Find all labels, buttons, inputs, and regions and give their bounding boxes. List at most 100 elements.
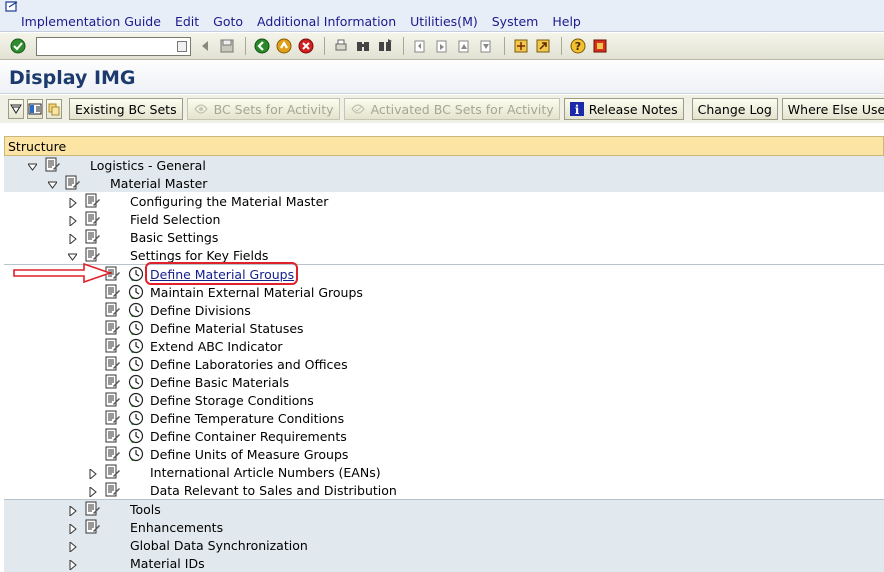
activity-row[interactable]: Define Storage Conditions — [4, 391, 884, 409]
documentation-icon[interactable] — [84, 501, 101, 517]
execute-activity-clock-icon[interactable] — [128, 428, 144, 444]
tree-node-row[interactable]: International Article Numbers (EANs) — [4, 463, 884, 481]
where-used-icon[interactable] — [46, 99, 62, 119]
menu-goto[interactable]: Goto — [206, 14, 250, 29]
node-enhancements[interactable]: Enhancements — [130, 520, 223, 535]
documentation-icon[interactable] — [84, 247, 101, 263]
tree-node-row[interactable]: Basic Settings — [4, 228, 884, 246]
documentation-icon[interactable] — [104, 356, 121, 372]
menu-additional-information[interactable]: Additional Information — [250, 14, 403, 29]
node-data-relevant-sales-distribution[interactable]: Data Relevant to Sales and Distribution — [150, 483, 397, 498]
activity-row[interactable]: Define Container Requirements — [4, 427, 884, 445]
tree-node-row[interactable]: Field Selection — [4, 210, 884, 228]
activity-extend-abc-indicator[interactable]: Extend ABC Indicator — [150, 339, 283, 354]
documentation-icon[interactable] — [104, 410, 121, 426]
documentation-icon[interactable] — [104, 338, 121, 354]
activity-define-material-statuses[interactable]: Define Material Statuses — [150, 321, 304, 336]
activity-row[interactable]: Define Material Groups — [4, 265, 884, 283]
activity-row[interactable]: Extend ABC Indicator — [4, 337, 884, 355]
prev-page-icon[interactable] — [432, 36, 452, 56]
save-icon[interactable] — [217, 36, 237, 56]
release-notes-button[interactable]: i Release Notes — [563, 98, 684, 120]
find-next-icon[interactable] — [375, 36, 395, 56]
menu-implementation-guide[interactable]: Implementation Guide — [14, 14, 168, 29]
tree-node-row[interactable]: Data Relevant to Sales and Distribution — [4, 481, 884, 499]
activity-row[interactable]: Define Basic Materials — [4, 373, 884, 391]
tree-node-row[interactable]: Enhancements — [4, 518, 884, 536]
expand-node-icon[interactable] — [68, 214, 77, 228]
execute-activity-clock-icon[interactable] — [128, 446, 144, 462]
tree-node-row[interactable]: Settings for Key Fields — [4, 246, 884, 264]
expand-node-icon[interactable] — [88, 485, 97, 499]
execute-activity-clock-icon[interactable] — [128, 374, 144, 390]
activity-row[interactable]: Define Temperature Conditions — [4, 409, 884, 427]
node-material-master[interactable]: Material Master — [110, 176, 207, 191]
create-session-icon[interactable] — [511, 36, 531, 56]
find-icon[interactable] — [353, 36, 373, 56]
documentation-icon[interactable] — [84, 193, 101, 209]
activity-define-laboratories-and-offices[interactable]: Define Laboratories and Offices — [150, 357, 348, 372]
execute-activity-clock-icon[interactable] — [128, 284, 144, 300]
where-else-used-button[interactable]: Where Else Used — [781, 98, 884, 120]
system-menu-icon[interactable] — [5, 1, 19, 13]
collapse-node-icon[interactable] — [27, 160, 38, 171]
activity-define-units-of-measure-groups[interactable]: Define Units of Measure Groups — [150, 447, 348, 462]
execute-activity-clock-icon[interactable] — [128, 338, 144, 354]
node-settings-for-key-fields[interactable]: Settings for Key Fields — [130, 248, 268, 263]
execute-activity-clock-icon[interactable] — [128, 320, 144, 336]
tree-node-row[interactable]: Global Data Synchronization — [4, 536, 884, 554]
node-material-ids[interactable]: Material IDs — [130, 556, 205, 571]
execute-activity-clock-icon[interactable] — [128, 392, 144, 408]
expand-node-icon[interactable] — [88, 467, 97, 481]
tree-node-row[interactable]: Tools — [4, 500, 884, 518]
execute-activity-clock-icon[interactable] — [128, 410, 144, 426]
documentation-icon[interactable] — [84, 229, 101, 245]
documentation-icon[interactable] — [104, 482, 121, 498]
documentation-icon[interactable] — [84, 211, 101, 227]
tree-node-row[interactable]: Material Master — [4, 174, 884, 192]
activity-define-basic-materials[interactable]: Define Basic Materials — [150, 375, 289, 390]
last-page-icon[interactable] — [476, 36, 496, 56]
activity-define-container-requirements[interactable]: Define Container Requirements — [150, 429, 347, 444]
command-input[interactable] — [37, 37, 172, 55]
execute-activity-clock-icon[interactable] — [128, 266, 144, 282]
enter-icon[interactable] — [8, 36, 28, 56]
activity-row[interactable]: Define Units of Measure Groups — [4, 445, 884, 463]
command-field[interactable] — [36, 36, 191, 56]
documentation-icon[interactable] — [104, 446, 121, 462]
exit-icon[interactable] — [274, 36, 294, 56]
node-tools[interactable]: Tools — [130, 502, 161, 517]
documentation-icon[interactable] — [104, 320, 121, 336]
menu-edit[interactable]: Edit — [168, 14, 206, 29]
bc-sets-for-activity-button[interactable]: BC Sets for Activity — [186, 98, 340, 120]
layout-icon[interactable] — [590, 36, 610, 56]
documentation-icon[interactable] — [104, 374, 121, 390]
documentation-icon[interactable] — [84, 519, 101, 535]
documentation-icon[interactable] — [104, 428, 121, 444]
documentation-icon[interactable] — [44, 157, 61, 173]
print-icon[interactable] — [331, 36, 351, 56]
expand-node-icon[interactable] — [68, 196, 77, 210]
activity-define-material-groups[interactable]: Define Material Groups — [150, 267, 294, 282]
expand-node-icon[interactable] — [68, 540, 77, 554]
activity-define-storage-conditions[interactable]: Define Storage Conditions — [150, 393, 314, 408]
collapse-node-icon[interactable] — [47, 178, 58, 189]
activity-row[interactable]: Define Divisions — [4, 301, 884, 319]
expand-node-icon[interactable] — [68, 232, 77, 246]
menu-utilities[interactable]: Utilities(M) — [403, 14, 485, 29]
expand-node-icon[interactable] — [68, 558, 77, 572]
activity-maintain-external-material-groups[interactable]: Maintain External Material Groups — [150, 285, 363, 300]
node-basic-settings[interactable]: Basic Settings — [130, 230, 218, 245]
change-log-button[interactable]: Change Log — [691, 98, 778, 120]
first-page-icon[interactable] — [410, 36, 430, 56]
tree-node-row[interactable]: Logistics - General — [4, 156, 884, 174]
node-logistics-general[interactable]: Logistics - General — [90, 158, 206, 173]
menu-system[interactable]: System — [485, 14, 546, 29]
collapse-node-icon[interactable] — [67, 250, 78, 261]
help-icon[interactable]: ? — [568, 36, 588, 56]
back-arrow-icon[interactable] — [195, 36, 215, 56]
execute-activity-clock-icon[interactable] — [128, 302, 144, 318]
menu-help[interactable]: Help — [545, 14, 588, 29]
cancel-icon[interactable] — [296, 36, 316, 56]
back-icon[interactable] — [252, 36, 272, 56]
